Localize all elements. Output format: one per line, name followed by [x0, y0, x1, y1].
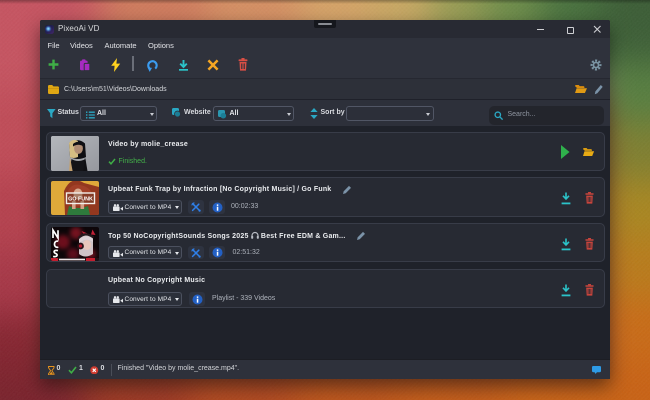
svg-text:GO FUNK: GO FUNK — [68, 197, 93, 203]
